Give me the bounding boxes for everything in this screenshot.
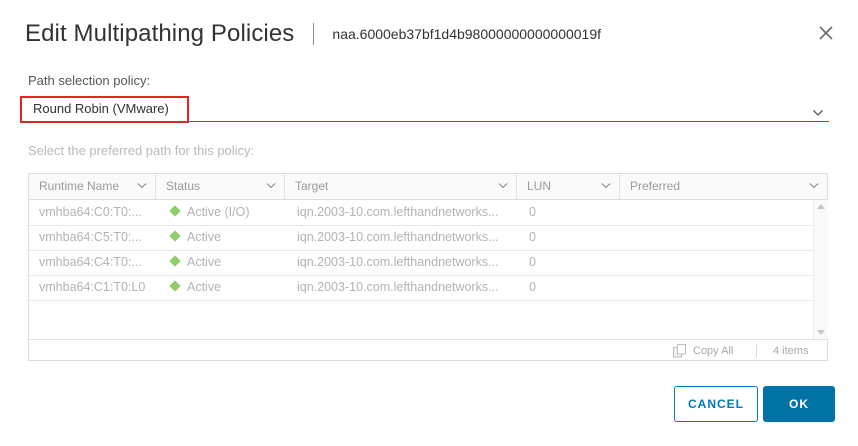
status-text: Active xyxy=(187,255,222,269)
cell-target: iqn.2003-10.com.lefthandnetworks... xyxy=(297,280,499,294)
table-row[interactable]: vmhba64:C5:T0:... Active iqn.2003-10.com… xyxy=(29,225,813,251)
cancel-button[interactable]: CANCEL xyxy=(674,386,758,422)
chevron-down-icon[interactable] xyxy=(601,182,611,189)
cell-status: Active xyxy=(166,275,285,299)
column-label: Status xyxy=(166,179,201,193)
column-label: Runtime Name xyxy=(39,179,120,193)
preferred-path-label: Select the preferred path for this polic… xyxy=(28,143,255,158)
highlight-annotation xyxy=(20,96,189,123)
cell-status: Active xyxy=(166,250,285,274)
title-divider xyxy=(313,23,315,45)
cell-status: Active (I/O) xyxy=(166,200,285,224)
column-preferred[interactable]: Preferred xyxy=(620,174,827,199)
cell-lun: 0 xyxy=(529,255,536,269)
vertical-scrollbar[interactable] xyxy=(813,200,828,339)
table-row[interactable]: vmhba64:C0:T0:... Active (I/O) iqn.2003-… xyxy=(29,200,813,226)
cell-preferred xyxy=(620,275,813,299)
chevron-down-icon[interactable] xyxy=(812,104,824,116)
status-text: Active xyxy=(187,280,222,294)
column-label: Preferred xyxy=(630,179,681,193)
status-active-icon xyxy=(169,205,181,217)
footer-divider xyxy=(756,344,757,357)
status-active-icon xyxy=(169,230,181,242)
column-label: LUN xyxy=(527,179,552,193)
cell-lun: 0 xyxy=(529,205,536,219)
cell-status: Active xyxy=(166,225,285,249)
paths-grid: Runtime Name Status Target LUN Preferred… xyxy=(28,173,828,361)
cell-runtime-name: vmhba64:C0:T0:... xyxy=(39,205,142,219)
dialog-title: Edit Multipathing Policies xyxy=(25,20,295,47)
cell-runtime-name: vmhba64:C5:T0:... xyxy=(39,230,142,244)
dialog-header: Edit Multipathing Policies naa.6000eb37b… xyxy=(25,17,601,51)
scroll-up-icon[interactable] xyxy=(817,204,825,209)
cell-lun: 0 xyxy=(529,280,536,294)
policy-label: Path selection policy: xyxy=(28,73,151,88)
chevron-down-icon[interactable] xyxy=(266,182,276,189)
copy-all-label: Copy All xyxy=(693,345,734,357)
edit-multipathing-dialog: Edit Multipathing Policies naa.6000eb37b… xyxy=(0,0,858,446)
cell-preferred xyxy=(620,225,813,249)
device-id: naa.6000eb37bf1d4b98000000000000019f xyxy=(332,26,602,42)
status-active-icon xyxy=(169,280,181,292)
items-count: 4 items xyxy=(773,345,809,357)
cell-runtime-name: vmhba64:C1:T0:L0 xyxy=(39,280,146,294)
column-target[interactable]: Target xyxy=(285,174,517,199)
cell-target: iqn.2003-10.com.lefthandnetworks... xyxy=(297,255,499,269)
grid-footer: Copy All 4 items xyxy=(29,339,827,361)
column-status[interactable]: Status xyxy=(156,174,285,199)
chevron-down-icon[interactable] xyxy=(809,182,819,189)
cell-target: iqn.2003-10.com.lefthandnetworks... xyxy=(297,205,499,219)
column-lun[interactable]: LUN xyxy=(517,174,620,199)
copy-all-button[interactable]: Copy All xyxy=(672,344,733,358)
copy-icon xyxy=(673,344,686,358)
column-label: Target xyxy=(295,179,329,193)
cell-runtime-name: vmhba64:C4:T0:... xyxy=(39,255,142,269)
table-row[interactable]: vmhba64:C1:T0:L0 Active iqn.2003-10.com.… xyxy=(29,275,813,301)
cell-lun: 0 xyxy=(529,230,536,244)
chevron-down-icon[interactable] xyxy=(498,182,508,189)
status-text: Active xyxy=(187,230,222,244)
close-icon[interactable] xyxy=(815,22,837,44)
status-active-icon xyxy=(169,255,181,267)
cell-target: iqn.2003-10.com.lefthandnetworks... xyxy=(297,230,499,244)
ok-button[interactable]: OK xyxy=(763,386,835,422)
cell-preferred xyxy=(620,250,813,274)
table-row[interactable]: vmhba64:C4:T0:... Active iqn.2003-10.com… xyxy=(29,250,813,276)
status-text: Active (I/O) xyxy=(187,205,250,219)
grid-header: Runtime Name Status Target LUN Preferred xyxy=(29,174,827,200)
chevron-down-icon[interactable] xyxy=(137,182,147,189)
cell-preferred xyxy=(620,200,813,224)
column-runtime-name[interactable]: Runtime Name xyxy=(29,174,156,199)
scroll-down-icon[interactable] xyxy=(817,330,825,335)
